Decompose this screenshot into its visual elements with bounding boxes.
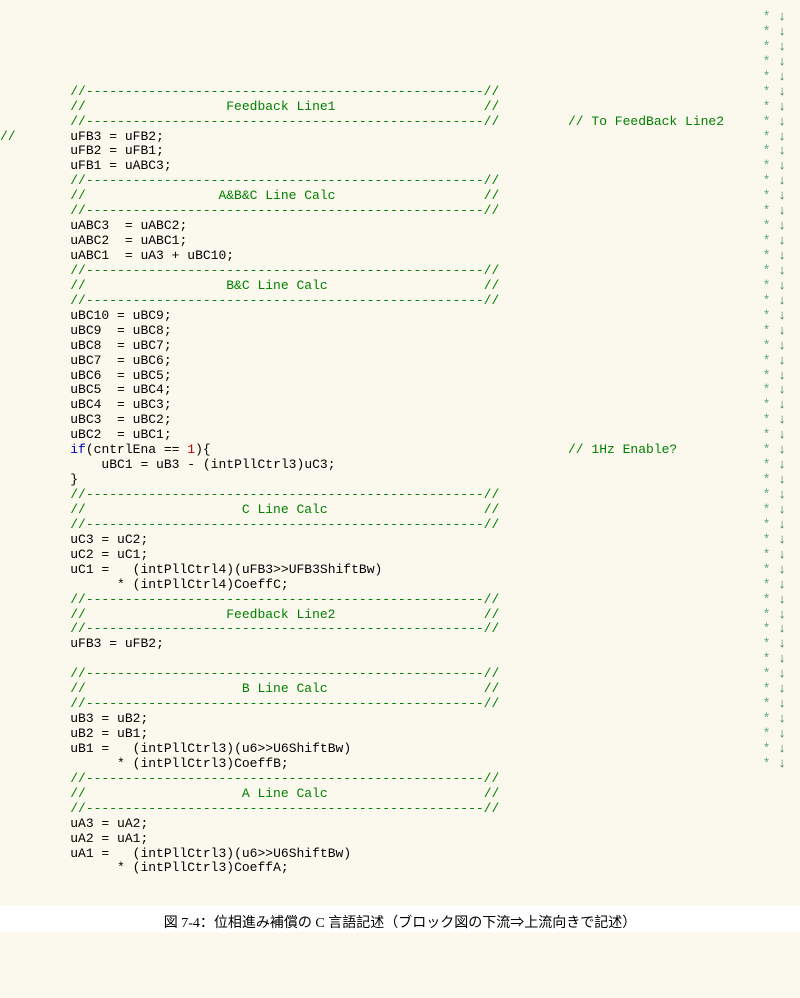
section-bc-title: B&C Line Calc <box>226 278 327 293</box>
section-a-title: A Line Calc <box>242 786 328 801</box>
section-feedback2-title: Feedback Line2 <box>226 607 335 622</box>
keyword-if: if <box>70 442 86 457</box>
left-gutter-comment: // <box>0 129 16 144</box>
section-abc-title: A&B&C Line Calc <box>218 188 335 203</box>
section-b-title: B Line Calc <box>242 681 328 696</box>
literal-one: 1 <box>187 442 195 457</box>
comment-1hz: // 1Hz Enable? <box>568 443 677 458</box>
figure-caption: 図 7-4：位相進み補償の C 言語記述（ブロック図の下流⇒上流向きで記述） <box>0 906 800 932</box>
comment-to-fb2: // To FeedBack Line2 <box>568 115 724 130</box>
section-c-title: C Line Calc <box>242 502 328 517</box>
section-feedback1-title: Feedback Line1 <box>226 99 335 114</box>
margin-column: * ↓ * ↓ * ↓ * ↓ * ↓ * ↓ * ↓ * ↓ * ↓ * ↓ … <box>763 10 786 772</box>
code-listing: //--------------------------------------… <box>0 55 499 906</box>
